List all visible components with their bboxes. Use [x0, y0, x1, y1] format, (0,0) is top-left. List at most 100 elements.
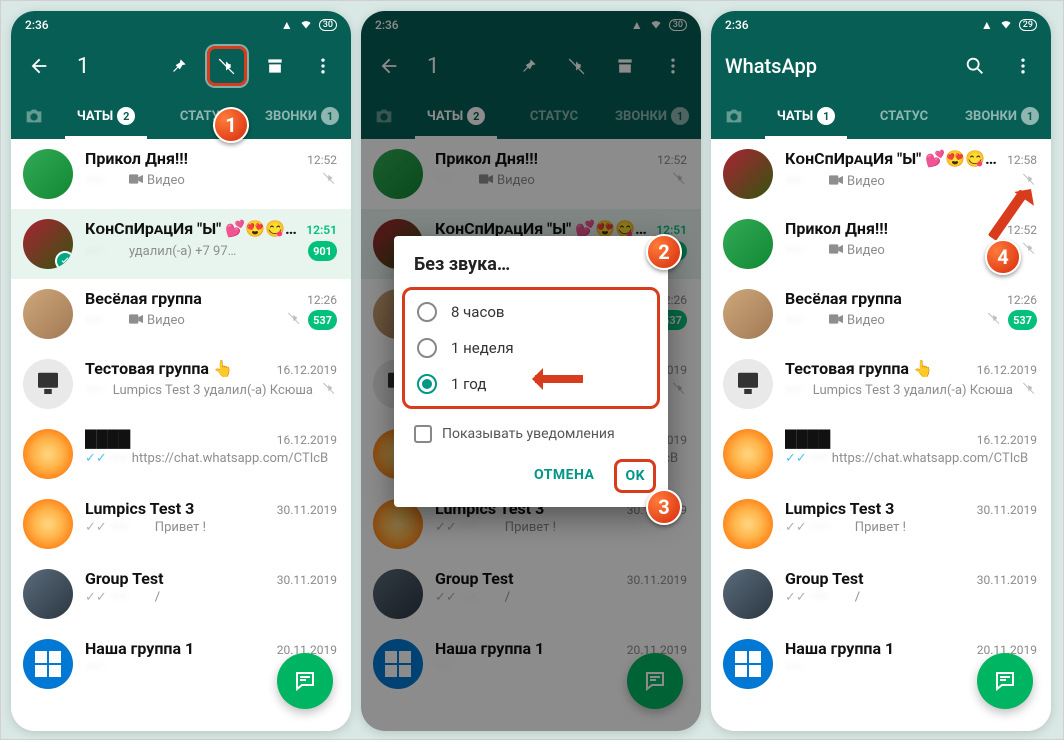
chat-subtitle: ····· Видео [85, 313, 185, 328]
chat-time: 30.11.2019 [277, 573, 337, 587]
unread-badge: 537 [308, 310, 337, 330]
chat-time: 16.12.2019 [277, 433, 337, 447]
chat-name: Весёлая группа [785, 289, 902, 308]
new-chat-fab[interactable] [977, 653, 1033, 709]
chat-name: Наша группа 1 [785, 639, 894, 658]
chat-row[interactable]: Весёлая группа12:26····· Видео537 [11, 279, 351, 349]
callout-4: 4 [985, 239, 1021, 275]
tab-chats[interactable]: ЧАТЫ1 [757, 93, 855, 139]
new-chat-fab[interactable] [277, 653, 333, 709]
chat-subtitle: ····· Видео [785, 174, 885, 189]
read-ticks-icon: ✓✓ [785, 520, 807, 535]
tab-camera[interactable] [11, 105, 57, 127]
chat-subtitle: ····· Lumpics Test 3 удалил(-а) Ксюша [85, 383, 313, 398]
calls-badge: 1 [1021, 107, 1039, 125]
search-icon[interactable] [955, 46, 995, 86]
video-icon [829, 243, 843, 258]
checkbox-icon [414, 425, 432, 443]
avatar [23, 289, 73, 339]
tab-calls[interactable]: ЗВОНКИ1 [953, 93, 1051, 139]
cancel-button[interactable]: ОТМЕНА [524, 459, 604, 493]
chat-row[interactable]: Прикол Дня!!!12:52····· Видео [11, 139, 351, 209]
chat-row[interactable]: ████16.12.2019✓✓ ····· https://chat.what… [11, 419, 351, 489]
status-bar: 2:36 ▲ 30 [11, 11, 351, 39]
signal-icon: ▲ [981, 18, 993, 32]
phone-screen-1: 2:36 ▲ 30 1 ЧАТЫ2 СТАТУС ЗВОНКИ1 Прикол … [11, 11, 351, 731]
chat-row[interactable]: Весёлая группа12:26····· Видео537 [711, 279, 1051, 349]
chat-time: 12:51 [306, 223, 337, 237]
radio-icon-selected [417, 374, 437, 394]
chat-list[interactable]: Прикол Дня!!!12:52····· Видео КᴏнСпИрᴀцИя… [11, 139, 351, 731]
read-ticks-icon: ✓✓ [85, 590, 107, 605]
chat-time: 12:58 [1007, 153, 1037, 167]
tab-status[interactable]: СТАТУС [855, 93, 953, 139]
radio-8h[interactable]: 8 часов [413, 294, 649, 330]
radio-icon [417, 302, 437, 322]
show-notifications-checkbox[interactable]: Показывать уведомления [394, 415, 668, 453]
chat-subtitle: ✓✓ ····· Привет ! [785, 520, 906, 535]
tab-calls[interactable]: ЗВОНКИ1 [253, 93, 351, 139]
avatar [23, 219, 73, 269]
tab-camera[interactable] [711, 105, 757, 127]
chat-row[interactable]: Lumpics Test 330.11.2019✓✓ ····· Привет … [711, 489, 1051, 559]
avatar [723, 429, 773, 479]
pin-icon[interactable] [159, 46, 199, 86]
chats-badge: 1 [817, 107, 835, 125]
chat-time: 30.11.2019 [977, 573, 1037, 587]
chat-time: 12:26 [1007, 293, 1037, 307]
more-icon[interactable] [303, 46, 343, 86]
chat-time: 16.12.2019 [277, 363, 337, 377]
mute-icon[interactable] [207, 46, 247, 86]
video-icon [829, 174, 843, 189]
chat-subtitle: ····· Видео [785, 313, 885, 328]
chat-row[interactable]: Тестовая группа 👆16.12.2019····· Lumpics… [711, 349, 1051, 419]
selected-check-icon [55, 251, 73, 269]
avatar [23, 359, 73, 409]
chat-subtitle: ····· [85, 660, 129, 675]
read-ticks-icon: ✓✓ [785, 451, 807, 466]
wifi-icon [999, 18, 1013, 33]
archive-icon[interactable] [255, 46, 295, 86]
signal-icon: ▲ [281, 18, 293, 32]
chat-name: Наша группа 1 [85, 639, 194, 658]
avatar [723, 639, 773, 689]
avatar [723, 569, 773, 619]
chat-name: Lumpics Test 3 [85, 499, 194, 518]
chat-subtitle: ✓✓ ····· https://chat.whatsapp.com/CTIcB… [785, 451, 1029, 466]
read-ticks-icon: ✓✓ [85, 520, 107, 535]
chat-name: Тестовая группа 👆 [785, 359, 933, 378]
chat-row[interactable]: Group Test30.11.2019✓✓ ····· / [11, 559, 351, 629]
phone-screen-3: 2:36 ▲ 29 WhatsApp ЧАТЫ1 СТАТУС ЗВОНКИ1 … [711, 11, 1051, 731]
muted-icon [321, 380, 337, 400]
chat-row[interactable]: ████16.12.2019✓✓ ····· https://chat.what… [711, 419, 1051, 489]
ok-button[interactable]: OK [614, 459, 656, 493]
modal-overlay: Без звука… 8 часов 1 неделя 1 год Показы… [361, 11, 701, 731]
chat-time: 30.11.2019 [977, 503, 1037, 517]
radio-1week[interactable]: 1 неделя [413, 330, 649, 366]
calls-badge: 1 [321, 107, 339, 125]
radio-1year[interactable]: 1 год [413, 366, 649, 402]
battery-icon: 29 [1019, 19, 1037, 31]
muted-icon [1021, 380, 1037, 400]
avatar [723, 149, 773, 199]
muted-icon [286, 310, 302, 330]
chat-name: Тестовая группа 👆 [85, 359, 233, 378]
chat-row[interactable]: Group Test30.11.2019✓✓ ····· / [711, 559, 1051, 629]
tab-chats[interactable]: ЧАТЫ2 [57, 93, 155, 139]
chat-time: 30.11.2019 [277, 503, 337, 517]
chat-name: ████ [85, 429, 205, 449]
avatar [23, 639, 73, 689]
chat-name: КᴏнСпИрᴀцИя "Ы" 💕😍😋😜 [85, 219, 298, 239]
phone-screen-2: 2:36 ▲ 30 1 ЧАТЫ2 СТАТУС ЗВОНКИ1 Прикол … [361, 11, 701, 731]
chat-row[interactable]: КᴏнСпИрᴀцИя "Ы" 💕😍😋😜12:51····· удалил(-а… [11, 209, 351, 279]
back-icon[interactable] [19, 46, 59, 86]
status-bar: 2:36 ▲ 29 [711, 11, 1051, 39]
callout-2: 2 [646, 234, 682, 270]
chat-subtitle: ✓✓ ····· / [785, 590, 860, 605]
video-icon [129, 313, 143, 328]
chat-row[interactable]: Тестовая группа 👆 16.12.2019 ····· Lumpics… [11, 349, 351, 419]
wifi-icon [299, 18, 313, 33]
chat-row[interactable]: Lumpics Test 330.11.2019✓✓ ····· Привет … [11, 489, 351, 559]
clock: 2:36 [725, 18, 749, 32]
more-icon[interactable] [1003, 46, 1043, 86]
